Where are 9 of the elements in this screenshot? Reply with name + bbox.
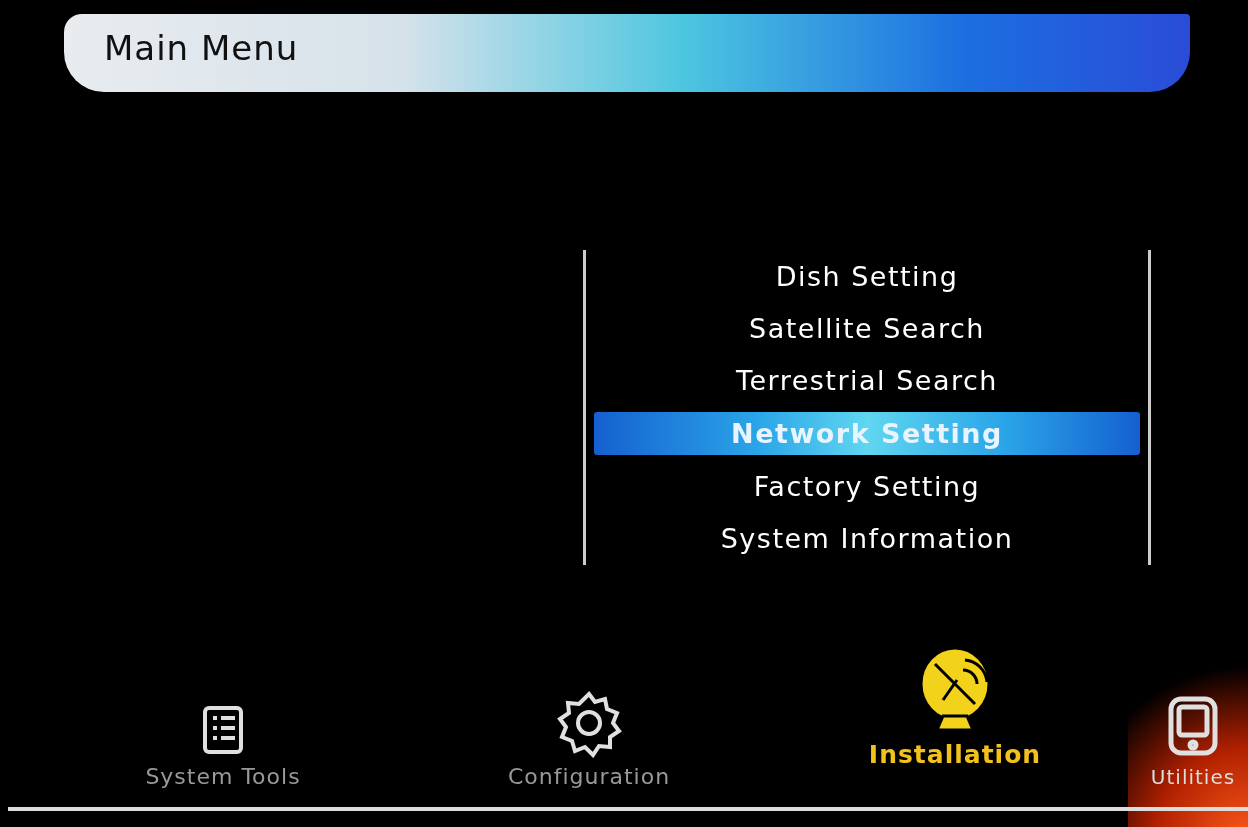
- menu-item[interactable]: Satellite Search: [586, 302, 1148, 355]
- menu-item[interactable]: Factory Setting: [586, 460, 1148, 513]
- category-tab[interactable]: Configuration: [406, 688, 772, 789]
- menu-item[interactable]: Terrestrial Search: [586, 354, 1148, 408]
- category-tab[interactable]: Installation: [772, 644, 1138, 789]
- menu-item[interactable]: Dish Setting: [586, 250, 1148, 303]
- menu-item[interactable]: System Information: [586, 512, 1148, 565]
- category-tab[interactable]: System Tools: [40, 702, 406, 789]
- menu-title: Main Menu: [104, 28, 299, 68]
